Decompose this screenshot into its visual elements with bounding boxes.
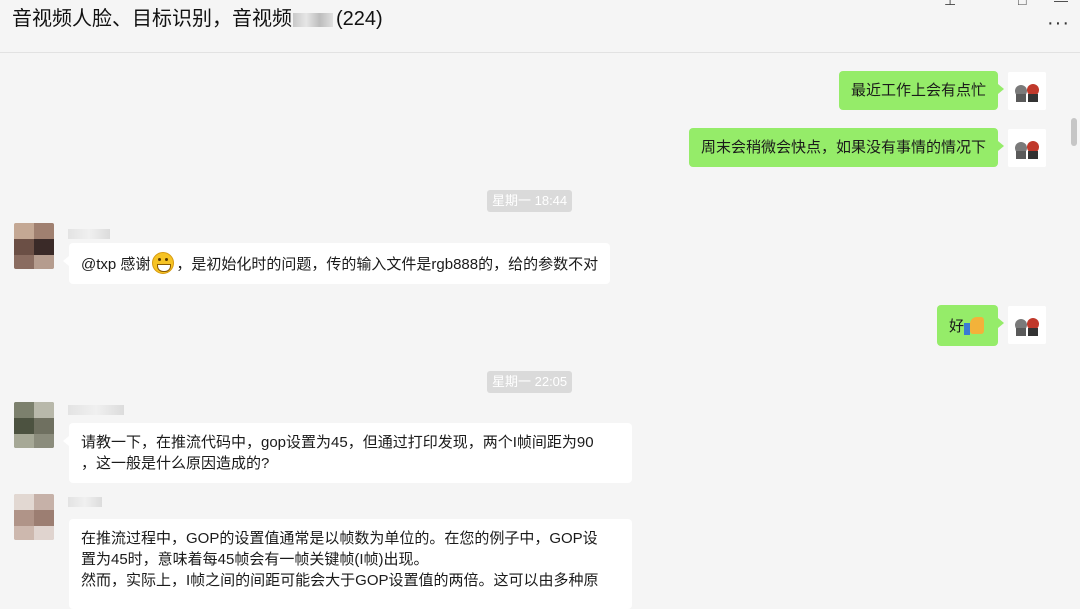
message-text: 请教一下，在推流代码中，gop设置为45，但通过打印发现，两个I帧间距为90 xyxy=(81,434,594,451)
sender-avatar[interactable] xyxy=(14,494,54,540)
sender-avatar[interactable] xyxy=(14,223,54,269)
avatar-image-icon xyxy=(14,494,54,540)
avatar-image-icon xyxy=(1008,306,1046,344)
sender-name-redacted xyxy=(68,229,110,239)
message-text: @txp 感谢 xyxy=(81,256,151,273)
pin-icon[interactable]: ⊥ xyxy=(944,0,956,9)
message-text: 最近工作上会有点忙 xyxy=(850,82,986,99)
chat-scrollbar[interactable] xyxy=(1071,118,1077,146)
sender-name-redacted xyxy=(68,497,102,507)
avatar-image-icon xyxy=(14,223,54,269)
sender-avatar[interactable] xyxy=(14,402,54,448)
chat-title: 音视频人脸、目标识别，音视频 (224) xyxy=(12,5,383,33)
more-dots-icon[interactable]: ··· xyxy=(1047,12,1070,35)
time-divider: 星期一 22:05 xyxy=(487,371,573,393)
close-icon[interactable]: — xyxy=(1054,0,1068,8)
member-count: (224) xyxy=(336,8,383,30)
chat-header: 音视频人脸、目标识别，音视频 (224) ⊥ □ — ··· xyxy=(0,0,1080,53)
my-avatar[interactable] xyxy=(1008,306,1046,344)
message-text: ，是初始化时的问题，传的输入文件是rgb888的，给的参数不对 xyxy=(176,256,599,273)
my-message-bubble[interactable]: 好 xyxy=(936,305,1005,346)
other-message-bubble[interactable]: 在推流过程中，GOP的设置值通常是以帧数为单位的。在您的例子中，GOP设 置为4… xyxy=(69,519,632,609)
grin-emoji-icon xyxy=(152,252,175,274)
thumbs-up-emoji-icon xyxy=(964,314,986,336)
sender-name-redacted xyxy=(68,405,124,415)
avatar-image-icon xyxy=(14,402,54,448)
chat-title-text: 音视频人脸、目标识别，音视频 xyxy=(12,8,292,30)
my-message-bubble[interactable]: 周末会稍微会快点，如果没有事情的情况下 xyxy=(688,128,1005,167)
other-message-bubble[interactable]: @txp 感谢 ，是初始化时的问题，传的输入文件是rgb888的，给的参数不对 xyxy=(62,243,611,284)
my-avatar[interactable] xyxy=(1008,72,1046,110)
message-text: 周末会稍微会快点，如果没有事情的情况下 xyxy=(700,139,986,156)
message-text: 好 xyxy=(948,318,964,335)
maximize-icon[interactable]: □ xyxy=(1018,0,1026,8)
other-message-bubble[interactable]: 请教一下，在推流代码中，gop设置为45，但通过打印发现，两个I帧间距为90 ，… xyxy=(63,423,632,483)
avatar-image-icon xyxy=(1008,72,1046,110)
message-text: ，这一般是什么原因造成的? xyxy=(81,455,270,472)
time-divider: 星期一 18:44 xyxy=(487,190,573,212)
title-redacted xyxy=(293,12,333,27)
avatar-image-icon xyxy=(1008,129,1046,167)
my-message-bubble[interactable]: 最近工作上会有点忙 xyxy=(838,71,1005,110)
message-text: 然而，实际上，I帧之间的间距可能会大于GOP设置值的两倍。这可以由多种原 xyxy=(81,572,599,589)
my-avatar[interactable] xyxy=(1008,129,1046,167)
message-text: 在推流过程中，GOP的设置值通常是以帧数为单位的。在您的例子中，GOP设 xyxy=(81,530,598,547)
message-text: 置为45时，意味着每45帧会有一帧关键帧(I帧)出现。 xyxy=(81,551,429,568)
